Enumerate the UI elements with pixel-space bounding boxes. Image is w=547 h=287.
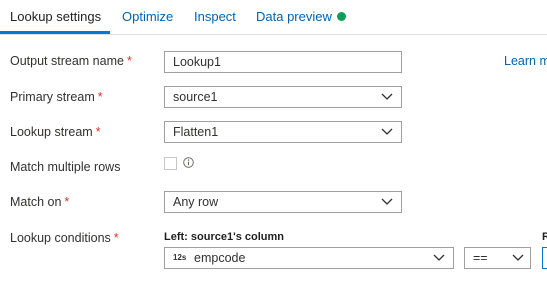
right-column-select[interactable] (542, 247, 547, 269)
tab-inspect[interactable]: Inspect (194, 9, 236, 24)
left-column-value: empcode (194, 251, 246, 265)
tab-bar: Lookup settings Optimize Inspect Data pr… (0, 0, 547, 35)
tab-bar-divider (0, 34, 547, 35)
operator-value: == (473, 251, 488, 265)
lookup-conditions-label: Lookup conditions * (10, 231, 119, 245)
match-on-select[interactable]: Any row (164, 191, 402, 213)
lookup-stream-value: Flatten1 (173, 125, 219, 139)
primary-stream-label: Primary stream * (10, 90, 103, 104)
lookup-stream-select[interactable]: Flatten1 (164, 121, 402, 143)
primary-stream-value: source1 (173, 90, 218, 104)
required-asterisk: * (64, 195, 70, 209)
chevron-down-icon (381, 197, 393, 207)
output-stream-name-input[interactable]: Lookup1 (164, 51, 402, 73)
match-on-label: Match on * (10, 195, 70, 209)
string-type-icon: 12s (173, 253, 187, 262)
tab-data-preview[interactable]: Data preview (256, 9, 332, 24)
chevron-down-icon (433, 253, 445, 263)
chevron-down-icon (381, 92, 393, 102)
right-column-header: R (542, 231, 547, 243)
chevron-down-icon (512, 253, 524, 263)
required-asterisk: * (97, 90, 103, 104)
lookup-stream-label: Lookup stream * (10, 125, 101, 139)
chevron-down-icon (381, 127, 393, 137)
left-column-header: Left: source1's column (164, 231, 284, 243)
operator-select[interactable]: == (464, 247, 531, 269)
match-multiple-rows-label: Match multiple rows (10, 160, 121, 174)
tab-optimize[interactable]: Optimize (122, 9, 173, 24)
required-asterisk: * (113, 231, 119, 245)
tab-lookup-settings[interactable]: Lookup settings (10, 9, 101, 24)
required-asterisk: * (95, 125, 101, 139)
output-stream-name-label: Output stream name * (10, 54, 132, 68)
data-preview-status-dot (337, 12, 346, 21)
primary-stream-select[interactable]: source1 (164, 86, 402, 108)
left-column-select[interactable]: 12s empcode (164, 247, 454, 269)
match-multiple-rows-checkbox[interactable] (164, 157, 177, 170)
info-icon[interactable] (183, 157, 194, 168)
learn-more-link[interactable]: Learn m (504, 54, 547, 68)
match-on-value: Any row (173, 195, 219, 209)
required-asterisk: * (126, 54, 132, 68)
